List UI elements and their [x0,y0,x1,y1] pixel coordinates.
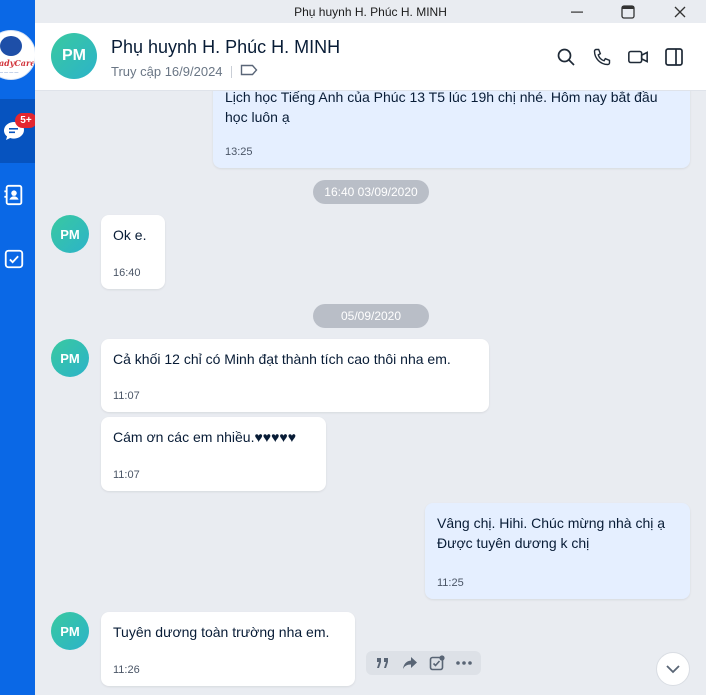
contact-status: Truy cập 16/9/2024 [111,64,258,79]
sender-avatar[interactable]: PM [51,339,89,377]
message-bubble[interactable]: Ok e. 16:40 [101,215,165,289]
quote-icon[interactable] [372,653,394,673]
search-icon[interactable] [554,45,578,69]
message-time: 16:40 [113,267,141,279]
message-bubble[interactable]: Vâng chị. Hihi. Chúc mừng nhà chị ạ Được… [425,503,690,599]
message-text: Ok e. [113,227,147,243]
message-time: 11:26 [113,664,140,676]
window-title: Phụ huynh H. Phúc H. MINH [294,5,447,19]
tag-icon[interactable] [240,64,258,79]
maximize-icon[interactable] [613,0,643,23]
sidebar-panel-icon[interactable] [662,45,686,69]
phone-icon[interactable] [590,45,614,69]
message-text: Lịch học Tiếng Anh của Phúc 13 T5 lúc 19… [225,91,658,125]
message-actions [366,651,481,675]
message-time: 13:25 [225,146,253,158]
chevron-down-icon [666,665,680,674]
logo-mark [0,36,22,56]
message-text: Cám ơn các em nhiều.♥♥♥♥♥ [113,429,297,445]
scroll-to-bottom-button[interactable] [656,652,690,686]
logo-wordmark: adyCare [0,58,36,68]
contacts-icon[interactable] [1,182,27,208]
message-text: Tuyên dương toàn trường nha em. [113,624,330,640]
message-time: 11:07 [113,390,140,402]
video-icon[interactable] [626,45,650,69]
unread-badge: 5+ [15,113,37,128]
forward-icon[interactable] [399,653,421,673]
message-bubble[interactable]: Lịch học Tiếng Anh của Phúc 13 T5 lúc 19… [213,91,690,168]
message-time: 11:07 [113,469,140,481]
message-list[interactable]: Lịch học Tiếng Anh của Phúc 13 T5 lúc 19… [35,91,706,695]
message-bubble[interactable]: Cả khối 12 chỉ có Minh đạt thành tích ca… [101,339,489,412]
message-bubble[interactable]: Cám ơn các em nhiều.♥♥♥♥♥ 11:07 [101,417,326,491]
conversation-header: PM Phụ huynh H. Phúc H. MINH Truy cập 16… [35,23,706,91]
message-text: Vâng chị. Hihi. Chúc mừng nhà chị ạ Được… [437,515,666,551]
contact-name[interactable]: Phụ huynh H. Phúc H. MINH [111,37,340,58]
app-logo[interactable]: adyCare — — — — [0,30,36,80]
message-text: Cả khối 12 chỉ có Minh đạt thành tích ca… [113,351,451,367]
sender-avatar[interactable]: PM [51,612,89,650]
sidebar: adyCare — — — — 5+ [0,0,37,695]
more-icon[interactable] [453,653,475,673]
date-separator: 05/09/2020 [313,304,429,328]
close-icon[interactable] [665,0,695,23]
minimize-icon[interactable] [562,0,592,23]
message-bubble[interactable]: Tuyên dương toàn trường nha em. 11:26 [101,612,355,686]
divider [230,65,232,78]
message-time: 11:25 [437,577,464,589]
last-access-text: Truy cập 16/9/2024 [111,64,223,79]
contact-avatar[interactable]: PM [51,33,97,79]
sender-avatar[interactable]: PM [51,215,89,253]
title-bar: Phụ huynh H. Phúc H. MINH [35,0,706,23]
todo-icon[interactable] [1,246,27,272]
logo-tagline: — — — — [0,69,19,74]
task-icon[interactable] [426,653,448,673]
date-separator: 16:40 03/09/2020 [313,180,429,204]
